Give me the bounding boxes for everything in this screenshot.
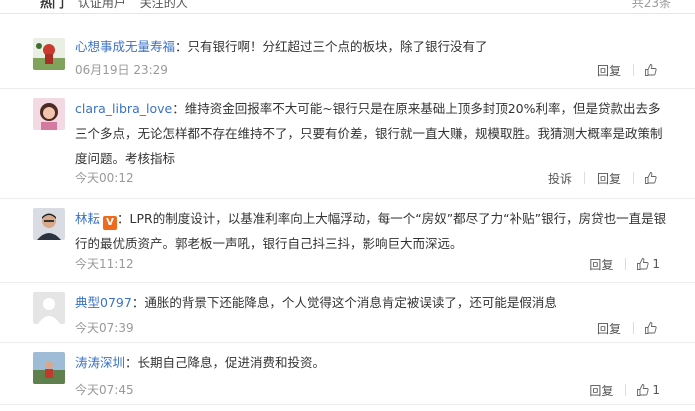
reply-button[interactable]: 回复 [595,320,623,337]
thumbs-up-icon [645,322,657,334]
comment-username[interactable]: 典型0797 [75,295,132,310]
comment-body: clara_libra_love：维持资金回报率不大可能~银行只是在原来基础上顶… [75,96,670,171]
thumbs-up-icon [645,64,657,76]
divider [633,322,634,334]
comment-filter-bar: 热门 认证用户 关注的人 共23条 [0,0,695,14]
comment-text: 长期自己降息，促进消费和投资。 [137,355,326,370]
comment-item: clara_libra_love：维持资金回报率不大可能~银行只是在原来基础上顶… [0,88,695,199]
comment-item: 涛涛深圳：长期自己降息，促进消费和投资。 今天07:45 回复 1 [0,342,695,405]
separator: ： [175,39,188,54]
comment-username[interactable]: 心想事成无量寿福 [75,39,175,54]
thumbs-up-icon [637,258,649,270]
comment-item: 心想事成无量寿福：只有银行啊！分红超过三个点的板块，除了银行没有了 06月19日… [0,28,695,89]
comment-time: 今天11:12 [75,257,134,271]
avatar[interactable] [33,208,65,240]
comment-body: 涛涛深圳：长期自己降息，促进消费和投资。 [75,350,670,375]
tab-following[interactable]: 关注的人 [140,0,188,10]
reply-button[interactable]: 回复 [595,170,623,187]
thumbs-up-icon [637,384,649,396]
like-button[interactable]: 1 [636,257,660,271]
avatar[interactable] [33,352,65,384]
report-button[interactable]: 投诉 [546,170,574,187]
avatar[interactable] [33,38,65,70]
reply-button[interactable]: 回复 [595,62,623,79]
comment-username[interactable]: clara_libra_love [75,101,172,116]
comment-body: 典型0797：通胀的背景下还能降息，个人觉得这个消息肯定被误读了，还可能是假消息 [75,290,670,315]
comment-time: 今天07:39 [75,321,134,335]
tab-verified[interactable]: 认证用户 [78,0,126,10]
comment-time: 06月19日 23:29 [75,63,168,77]
comment-actions: 回复 1 [587,380,660,400]
like-button[interactable] [644,171,660,185]
comment-time: 今天00:12 [75,171,134,185]
comment-actions: 回复 [595,318,660,338]
comment-username[interactable]: 林耘 [75,211,100,226]
verified-v-icon: V [103,216,118,230]
comment-meta: 今天07:39 回复 [75,318,660,338]
like-count: 1 [652,383,660,397]
comment-meta: 今天11:12 回复 1 [75,254,660,274]
like-button[interactable] [644,63,660,77]
comment-item: 典型0797：通胀的背景下还能降息，个人觉得这个消息肯定被误读了，还可能是假消息… [0,282,695,343]
comment-body: 心想事成无量寿福：只有银行啊！分红超过三个点的板块，除了银行没有了 [75,34,670,59]
like-count: 1 [652,257,660,271]
separator: ： [131,295,145,310]
comment-actions: 回复 [595,60,660,80]
comment-text: 只有银行啊！分红超过三个点的板块，除了银行没有了 [187,39,488,54]
divider [625,384,627,396]
separator: ： [117,211,130,226]
comment-text: LPR的制度设计，以基准利率向上大幅浮动，每一个“房奴”都尽了力“补贴”银行，房… [75,211,667,251]
tab-hot[interactable]: 热门 [40,0,64,10]
avatar[interactable] [33,292,65,324]
reply-button[interactable]: 回复 [587,256,615,273]
divider [625,258,627,270]
like-button[interactable]: 1 [636,383,660,397]
thumbs-up-icon [645,172,657,184]
separator: ： [172,101,185,116]
comment-item: 林耘 V ：LPR的制度设计，以基准利率向上大幅浮动，每一个“房奴”都尽了力“补贴”… [0,198,695,283]
comment-actions: 回复 1 [587,254,660,274]
divider [633,64,634,76]
reply-button[interactable]: 回复 [587,382,615,399]
comment-meta: 今天00:12 投诉 回复 [75,168,660,188]
divider [633,172,634,184]
comment-total: 共23条 [631,0,671,10]
comment-meta: 06月19日 23:29 回复 [75,60,660,80]
separator: ： [125,355,138,370]
comment-body: 林耘 V ：LPR的制度设计，以基准利率向上大幅浮动，每一个“房奴”都尽了力“补贴”… [75,206,670,256]
comment-username[interactable]: 涛涛深圳 [75,355,125,370]
filter-tabs: 热门 认证用户 关注的人 [40,0,198,11]
comment-meta: 今天07:45 回复 1 [75,380,660,400]
comment-text: 通胀的背景下还能降息，个人觉得这个消息肯定被误读了，还可能是假消息 [144,295,557,310]
divider [583,172,585,184]
avatar[interactable] [33,98,65,130]
comment-actions: 投诉 回复 [546,168,660,188]
comment-time: 今天07:45 [75,383,134,397]
like-button[interactable] [644,321,660,335]
